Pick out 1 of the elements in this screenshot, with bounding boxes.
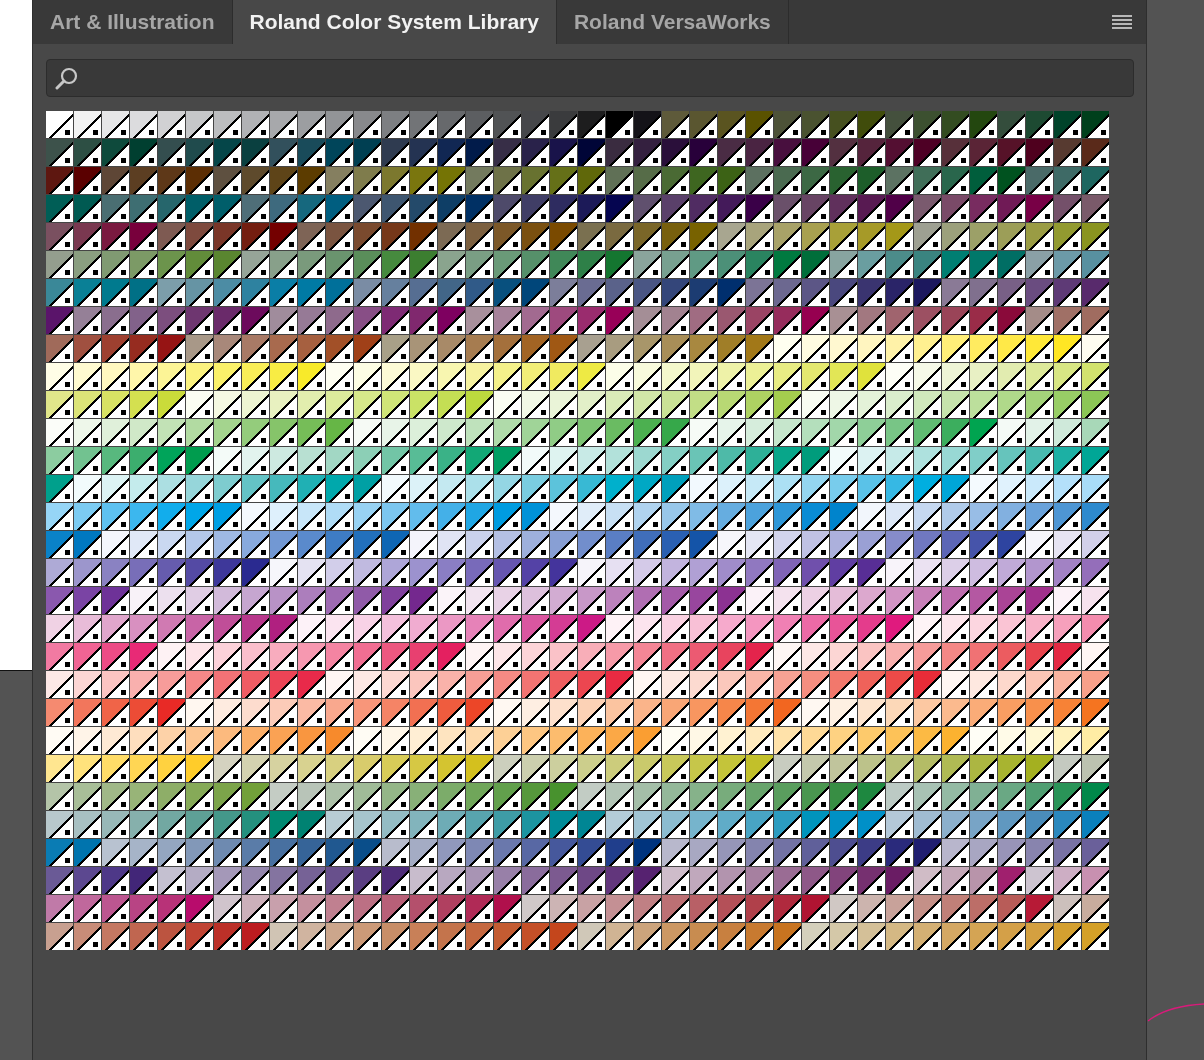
tab[interactable]: Roland Color System Library xyxy=(232,0,557,44)
